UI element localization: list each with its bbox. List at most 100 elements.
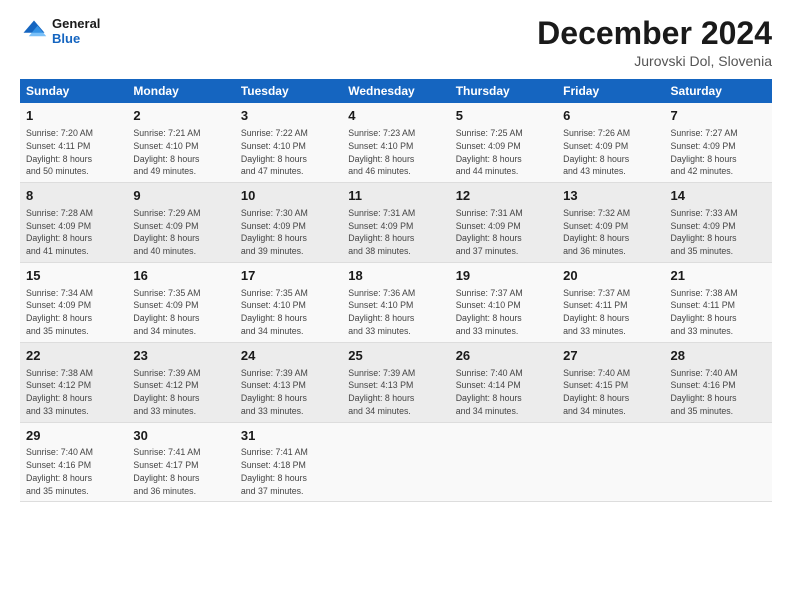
month-title: December 2024 <box>537 16 772 51</box>
calendar-cell: 16Sunrise: 7:35 AMSunset: 4:09 PMDayligh… <box>127 262 234 342</box>
calendar-cell: 18Sunrise: 7:36 AMSunset: 4:10 PMDayligh… <box>342 262 449 342</box>
day-number: 16 <box>133 267 228 286</box>
day-info: Sunrise: 7:35 AMSunset: 4:10 PMDaylight:… <box>241 287 336 338</box>
day-info: Sunrise: 7:25 AMSunset: 4:09 PMDaylight:… <box>456 127 551 178</box>
day-info: Sunrise: 7:41 AMSunset: 4:18 PMDaylight:… <box>241 446 336 497</box>
calendar-cell: 10Sunrise: 7:30 AMSunset: 4:09 PMDayligh… <box>235 183 342 263</box>
day-info: Sunrise: 7:39 AMSunset: 4:12 PMDaylight:… <box>133 367 228 418</box>
day-info: Sunrise: 7:36 AMSunset: 4:10 PMDaylight:… <box>348 287 443 338</box>
day-number: 30 <box>133 427 228 446</box>
day-info: Sunrise: 7:28 AMSunset: 4:09 PMDaylight:… <box>26 207 121 258</box>
day-number: 25 <box>348 347 443 366</box>
calendar-week-row: 22Sunrise: 7:38 AMSunset: 4:12 PMDayligh… <box>20 342 772 422</box>
day-info: Sunrise: 7:23 AMSunset: 4:10 PMDaylight:… <box>348 127 443 178</box>
day-info: Sunrise: 7:32 AMSunset: 4:09 PMDaylight:… <box>563 207 658 258</box>
calendar-cell: 27Sunrise: 7:40 AMSunset: 4:15 PMDayligh… <box>557 342 664 422</box>
day-info: Sunrise: 7:31 AMSunset: 4:09 PMDaylight:… <box>348 207 443 258</box>
day-number: 23 <box>133 347 228 366</box>
day-number: 12 <box>456 187 551 206</box>
day-number: 9 <box>133 187 228 206</box>
day-info: Sunrise: 7:33 AMSunset: 4:09 PMDaylight:… <box>671 207 766 258</box>
calendar-cell: 2Sunrise: 7:21 AMSunset: 4:10 PMDaylight… <box>127 103 234 182</box>
calendar-week-row: 8Sunrise: 7:28 AMSunset: 4:09 PMDaylight… <box>20 183 772 263</box>
calendar-cell: 26Sunrise: 7:40 AMSunset: 4:14 PMDayligh… <box>450 342 557 422</box>
calendar-cell: 29Sunrise: 7:40 AMSunset: 4:16 PMDayligh… <box>20 422 127 502</box>
calendar-cell: 21Sunrise: 7:38 AMSunset: 4:11 PMDayligh… <box>665 262 772 342</box>
day-number: 19 <box>456 267 551 286</box>
day-number: 4 <box>348 107 443 126</box>
day-number: 26 <box>456 347 551 366</box>
day-info: Sunrise: 7:29 AMSunset: 4:09 PMDaylight:… <box>133 207 228 258</box>
day-info: Sunrise: 7:37 AMSunset: 4:10 PMDaylight:… <box>456 287 551 338</box>
day-info: Sunrise: 7:41 AMSunset: 4:17 PMDaylight:… <box>133 446 228 497</box>
day-info: Sunrise: 7:39 AMSunset: 4:13 PMDaylight:… <box>241 367 336 418</box>
calendar-cell: 7Sunrise: 7:27 AMSunset: 4:09 PMDaylight… <box>665 103 772 182</box>
weekday-header-row: SundayMondayTuesdayWednesdayThursdayFrid… <box>20 79 772 103</box>
weekday-header-tuesday: Tuesday <box>235 79 342 103</box>
calendar-cell: 24Sunrise: 7:39 AMSunset: 4:13 PMDayligh… <box>235 342 342 422</box>
calendar-cell: 15Sunrise: 7:34 AMSunset: 4:09 PMDayligh… <box>20 262 127 342</box>
calendar-cell <box>665 422 772 502</box>
page: General Blue December 2024 Jurovski Dol,… <box>0 0 792 612</box>
day-info: Sunrise: 7:38 AMSunset: 4:12 PMDaylight:… <box>26 367 121 418</box>
day-number: 27 <box>563 347 658 366</box>
day-info: Sunrise: 7:26 AMSunset: 4:09 PMDaylight:… <box>563 127 658 178</box>
day-number: 2 <box>133 107 228 126</box>
calendar-table: SundayMondayTuesdayWednesdayThursdayFrid… <box>20 79 772 502</box>
weekday-header-wednesday: Wednesday <box>342 79 449 103</box>
title-block: December 2024 Jurovski Dol, Slovenia <box>537 16 772 69</box>
day-info: Sunrise: 7:20 AMSunset: 4:11 PMDaylight:… <box>26 127 121 178</box>
calendar-cell: 13Sunrise: 7:32 AMSunset: 4:09 PMDayligh… <box>557 183 664 263</box>
calendar-cell: 12Sunrise: 7:31 AMSunset: 4:09 PMDayligh… <box>450 183 557 263</box>
calendar-week-row: 29Sunrise: 7:40 AMSunset: 4:16 PMDayligh… <box>20 422 772 502</box>
day-number: 31 <box>241 427 336 446</box>
calendar-cell: 23Sunrise: 7:39 AMSunset: 4:12 PMDayligh… <box>127 342 234 422</box>
calendar-cell: 14Sunrise: 7:33 AMSunset: 4:09 PMDayligh… <box>665 183 772 263</box>
day-number: 7 <box>671 107 766 126</box>
calendar-cell: 9Sunrise: 7:29 AMSunset: 4:09 PMDaylight… <box>127 183 234 263</box>
day-info: Sunrise: 7:22 AMSunset: 4:10 PMDaylight:… <box>241 127 336 178</box>
calendar-cell: 25Sunrise: 7:39 AMSunset: 4:13 PMDayligh… <box>342 342 449 422</box>
day-number: 24 <box>241 347 336 366</box>
day-number: 8 <box>26 187 121 206</box>
header: General Blue December 2024 Jurovski Dol,… <box>20 16 772 69</box>
logo-text: General Blue <box>52 16 100 46</box>
day-info: Sunrise: 7:35 AMSunset: 4:09 PMDaylight:… <box>133 287 228 338</box>
day-number: 17 <box>241 267 336 286</box>
day-info: Sunrise: 7:40 AMSunset: 4:14 PMDaylight:… <box>456 367 551 418</box>
calendar-cell: 31Sunrise: 7:41 AMSunset: 4:18 PMDayligh… <box>235 422 342 502</box>
day-number: 6 <box>563 107 658 126</box>
day-number: 21 <box>671 267 766 286</box>
location: Jurovski Dol, Slovenia <box>537 53 772 69</box>
weekday-header-monday: Monday <box>127 79 234 103</box>
day-number: 5 <box>456 107 551 126</box>
day-number: 3 <box>241 107 336 126</box>
day-info: Sunrise: 7:21 AMSunset: 4:10 PMDaylight:… <box>133 127 228 178</box>
weekday-header-sunday: Sunday <box>20 79 127 103</box>
calendar-cell: 30Sunrise: 7:41 AMSunset: 4:17 PMDayligh… <box>127 422 234 502</box>
weekday-header-saturday: Saturday <box>665 79 772 103</box>
day-number: 20 <box>563 267 658 286</box>
logo-icon <box>20 17 48 45</box>
calendar-cell: 20Sunrise: 7:37 AMSunset: 4:11 PMDayligh… <box>557 262 664 342</box>
day-number: 28 <box>671 347 766 366</box>
day-number: 11 <box>348 187 443 206</box>
day-number: 13 <box>563 187 658 206</box>
weekday-header-thursday: Thursday <box>450 79 557 103</box>
calendar-cell: 4Sunrise: 7:23 AMSunset: 4:10 PMDaylight… <box>342 103 449 182</box>
calendar-cell: 17Sunrise: 7:35 AMSunset: 4:10 PMDayligh… <box>235 262 342 342</box>
day-number: 14 <box>671 187 766 206</box>
day-info: Sunrise: 7:40 AMSunset: 4:16 PMDaylight:… <box>671 367 766 418</box>
calendar-cell: 6Sunrise: 7:26 AMSunset: 4:09 PMDaylight… <box>557 103 664 182</box>
calendar-cell: 22Sunrise: 7:38 AMSunset: 4:12 PMDayligh… <box>20 342 127 422</box>
calendar-cell: 8Sunrise: 7:28 AMSunset: 4:09 PMDaylight… <box>20 183 127 263</box>
logo: General Blue <box>20 16 100 46</box>
day-info: Sunrise: 7:34 AMSunset: 4:09 PMDaylight:… <box>26 287 121 338</box>
calendar-cell: 11Sunrise: 7:31 AMSunset: 4:09 PMDayligh… <box>342 183 449 263</box>
day-info: Sunrise: 7:38 AMSunset: 4:11 PMDaylight:… <box>671 287 766 338</box>
day-number: 22 <box>26 347 121 366</box>
day-info: Sunrise: 7:40 AMSunset: 4:15 PMDaylight:… <box>563 367 658 418</box>
day-number: 18 <box>348 267 443 286</box>
weekday-header-friday: Friday <box>557 79 664 103</box>
calendar-cell: 3Sunrise: 7:22 AMSunset: 4:10 PMDaylight… <box>235 103 342 182</box>
